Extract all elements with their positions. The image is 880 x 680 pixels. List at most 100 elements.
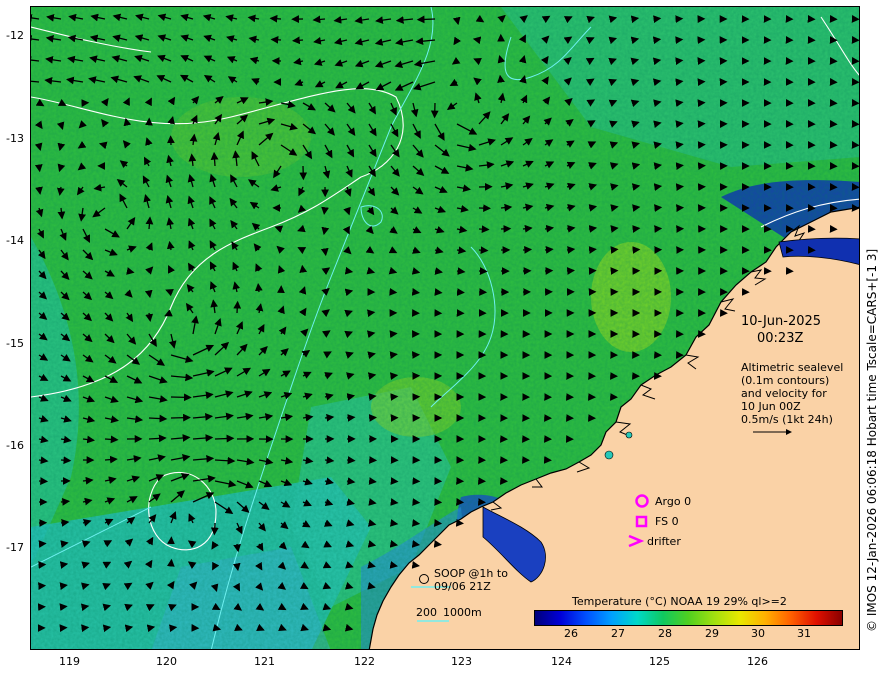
velocity-arrow: [411, 519, 421, 527]
colorbar-tick-28: 28: [658, 627, 672, 640]
lat-tick-17: -17: [6, 541, 24, 554]
colorbar-tick-31: 31: [797, 627, 811, 640]
fs-label: FS 0: [655, 515, 679, 528]
velocity-arrow: [632, 225, 641, 233]
velocity-arrow: [610, 246, 619, 254]
velocity-arrow: [675, 99, 684, 108]
lon-tick-125: 125: [649, 655, 670, 668]
velocity-arrow: [59, 603, 68, 611]
sst-map: [31, 7, 859, 649]
velocity-arrow: [59, 582, 68, 590]
lat-tick-14: -14: [6, 234, 24, 247]
velocity-arrow: [411, 561, 420, 569]
soop-label-2: 09/06 21Z: [434, 580, 491, 593]
lon-tick-120: 120: [156, 655, 177, 668]
lat-tick-13: -13: [6, 132, 24, 145]
velocity-arrow: [299, 264, 308, 273]
velocity-arrow: [412, 498, 421, 506]
velocity-arrow: [320, 247, 329, 257]
velocity-arrow: [389, 372, 399, 380]
velocity-arrow: [270, 35, 282, 44]
velocity-arrow: [416, 15, 436, 24]
velocity-arrow: [652, 57, 662, 66]
velocity-arrow: [210, 522, 219, 536]
lat-tick-12: -12: [6, 29, 24, 42]
velocity-arrow: [60, 456, 72, 465]
velocity-arrow: [434, 288, 443, 296]
velocity-arrow: [232, 562, 241, 572]
velocity-arrow: [456, 267, 466, 275]
velocity-arrow: [544, 246, 554, 254]
velocity-arrow: [102, 624, 112, 633]
velocity-arrow: [344, 266, 354, 275]
soop-label-1: SOOP @1h to: [434, 567, 508, 580]
velocity-arrow: [38, 561, 47, 569]
copyright-text: © IMOS 12-Jan-2026 06:06:18 Hobart time …: [865, 248, 879, 632]
velocity-arrow: [346, 414, 356, 422]
velocity-arrow: [321, 206, 329, 215]
bathy-label-1000: 1000m: [443, 606, 482, 619]
velocity-arrow: [630, 15, 640, 24]
colorbar-ticks: 26 27 28 29 30 31: [534, 627, 841, 641]
velocity-arrow: [368, 477, 377, 485]
drifter-label: drifter: [647, 535, 681, 548]
lon-tick-123: 123: [451, 655, 472, 668]
colorbar-title: Temperature (°C) NOAA 19 29% ql>=2: [572, 595, 787, 608]
velocity-arrow: [368, 414, 377, 422]
velocity-arrow: [292, 36, 304, 45]
velocity-arrow: [80, 603, 90, 612]
lon-tick-119: 119: [59, 655, 80, 668]
velocity-arrow: [104, 435, 119, 444]
velocity-arrow: [675, 36, 684, 45]
colorbar-gradient: [535, 611, 842, 625]
velocity-arrow: [653, 183, 663, 191]
velocity-arrow: [588, 246, 597, 254]
velocity-arrow: [675, 183, 684, 191]
lat-tick-16: -16: [6, 439, 24, 452]
colorbar-tick-29: 29: [705, 627, 719, 640]
velocity-arrow: [566, 267, 575, 275]
info-line-1: Altimetric sealevel: [741, 361, 844, 374]
velocity-arrow: [169, 624, 178, 633]
velocity-arrow: [411, 540, 421, 548]
velocity-arrow: [269, 14, 282, 23]
velocity-arrow: [368, 393, 377, 401]
velocity-arrow: [324, 456, 335, 465]
velocity-arrow: [214, 434, 235, 443]
velocity-arrow: [170, 393, 192, 402]
velocity-arrow: [170, 413, 191, 422]
velocity-arrow: [522, 246, 533, 254]
velocity-arrow: [478, 225, 490, 234]
velocity-arrow: [389, 287, 398, 296]
map-time: 00:23Z: [757, 331, 804, 346]
colorbar-tick-27: 27: [611, 627, 625, 640]
velocity-arrow: [497, 74, 505, 84]
velocity-arrow: [675, 78, 684, 87]
velocity-arrow: [81, 624, 90, 633]
velocity-arrow: [632, 246, 641, 254]
velocity-arrow: [456, 288, 465, 296]
lon-tick-126: 126: [747, 655, 768, 668]
velocity-arrow: [566, 246, 576, 254]
info-line-5: 0.5m/s (1kt 24h): [741, 413, 833, 426]
velocity-arrow: [433, 540, 442, 548]
velocity-arrow: [233, 300, 242, 314]
velocity-arrow: [144, 289, 153, 299]
lat-tick-15: -15: [6, 337, 24, 350]
velocity-arrow: [390, 393, 399, 401]
velocity-arrow: [104, 455, 118, 464]
velocity-arrow: [390, 498, 399, 506]
info-line-2: (0.1m contours): [741, 374, 830, 387]
velocity-arrow: [389, 330, 398, 338]
velocity-arrow: [653, 162, 662, 170]
colorbar-tick-30: 30: [751, 627, 765, 640]
velocity-arrow: [148, 414, 168, 423]
lon-tick-121: 121: [254, 655, 275, 668]
velocity-arrow: [411, 288, 420, 296]
map-date: 10-Jun-2025: [741, 314, 822, 329]
lon-tick-122: 122: [354, 655, 375, 668]
velocity-arrow: [389, 351, 398, 359]
velocity-arrow: [166, 558, 175, 567]
velocity-arrow: [34, 164, 43, 173]
velocity-arrow: [210, 151, 219, 167]
